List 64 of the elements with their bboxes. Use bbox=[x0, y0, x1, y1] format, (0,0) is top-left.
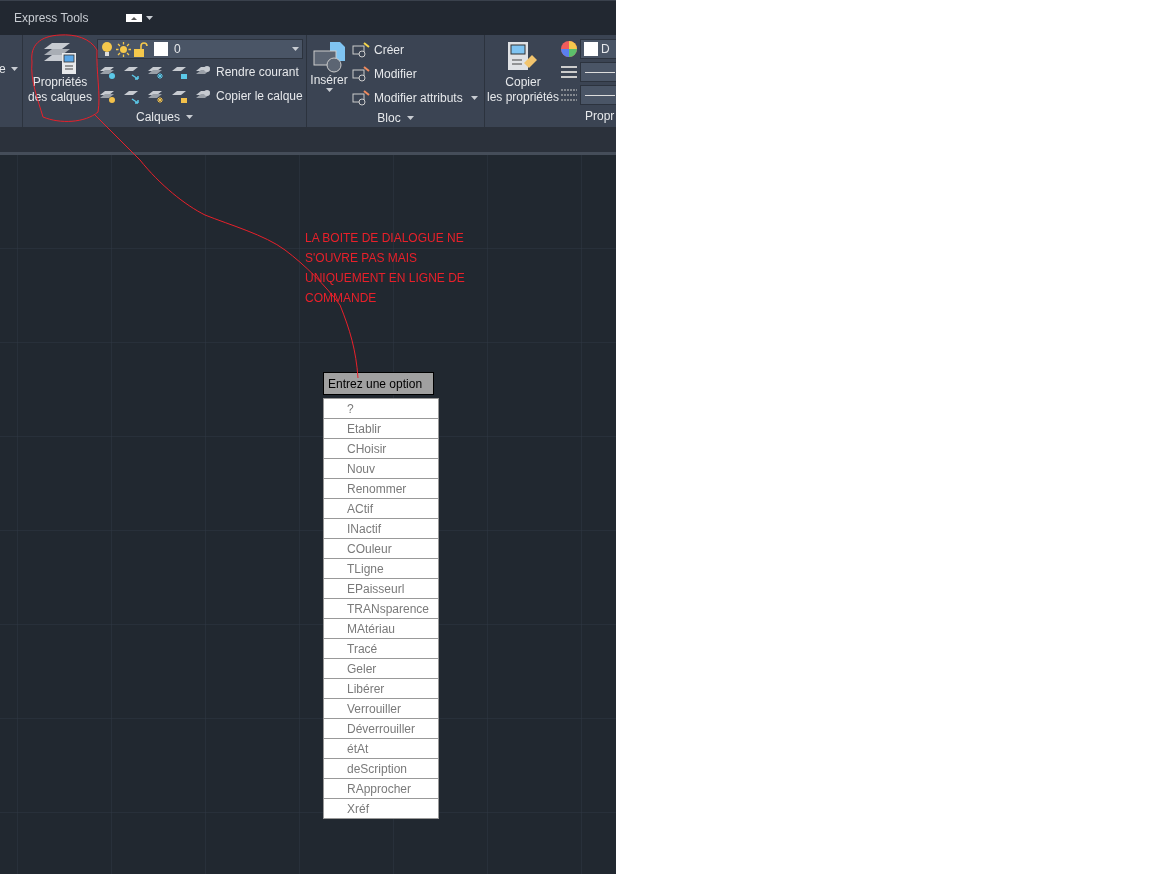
sun-icon bbox=[116, 41, 131, 57]
insert-block-button[interactable]: Insérer bbox=[308, 39, 350, 109]
block-command-button[interactable]: Modifier attributs bbox=[352, 87, 478, 109]
option-item[interactable]: deScription bbox=[323, 759, 439, 779]
lineweight-icon bbox=[561, 65, 578, 79]
color-swatch bbox=[584, 42, 599, 56]
insert-block-icon bbox=[312, 41, 346, 73]
block-tool-icon bbox=[352, 42, 370, 58]
caret-icon bbox=[470, 96, 478, 100]
option-item[interactable]: Tracé bbox=[323, 639, 439, 659]
caret-icon bbox=[146, 16, 154, 20]
option-item[interactable]: TRANsparence bbox=[323, 599, 439, 619]
ribbon-label: e bbox=[0, 61, 6, 78]
option-item[interactable]: ? bbox=[323, 399, 439, 419]
caret-icon bbox=[186, 115, 193, 119]
color-wheel-icon bbox=[561, 41, 578, 57]
option-item[interactable]: Libérer bbox=[323, 679, 439, 699]
option-item[interactable]: Nouv bbox=[323, 459, 439, 479]
option-item[interactable]: Etablir bbox=[323, 419, 439, 439]
panel-title-button[interactable]: Calques bbox=[23, 107, 306, 127]
annotation-text: LA BOITE DE DIALOGUE NE S'OUVRE PAS MAIS UNIQUEMENT EN LIGNE DE COMMANDE bbox=[305, 230, 465, 307]
option-item[interactable]: Renommer bbox=[323, 479, 439, 499]
layer-properties-button[interactable]: Propriétés des calques bbox=[24, 39, 96, 107]
caret-icon bbox=[10, 67, 18, 71]
line-dropdown[interactable] bbox=[580, 85, 616, 105]
ribbon-tab[interactable]: Express Tools bbox=[14, 9, 89, 27]
match-properties-button[interactable]: Copier les propriétés bbox=[487, 39, 560, 105]
block-command-button[interactable]: Créer bbox=[352, 39, 478, 61]
option-item[interactable]: Déverrouiller bbox=[323, 719, 439, 739]
caret-icon bbox=[325, 88, 333, 92]
option-item[interactable]: TLigne bbox=[323, 559, 439, 579]
panel-toggle-button[interactable] bbox=[126, 14, 154, 22]
prompt-title: Entrez une option bbox=[323, 372, 434, 395]
block-tool-icon bbox=[352, 90, 370, 106]
panel-title-button[interactable]: Bloc bbox=[307, 109, 484, 127]
layer-color-swatch bbox=[154, 42, 168, 56]
color-dropdown[interactable]: D bbox=[580, 39, 616, 59]
option-item[interactable]: CHoisir bbox=[323, 439, 439, 459]
panel-title: Propr bbox=[585, 108, 615, 125]
option-item[interactable]: RApprocher bbox=[323, 779, 439, 799]
option-item[interactable]: INactif bbox=[323, 519, 439, 539]
color-name: D bbox=[601, 41, 610, 58]
option-item[interactable]: MAtériau bbox=[323, 619, 439, 639]
layer-name: 0 bbox=[174, 41, 182, 58]
layer-command-button[interactable]: Copier le calque bbox=[195, 87, 303, 105]
option-item[interactable]: COuleur bbox=[323, 539, 439, 559]
block-command-button[interactable]: Modifier bbox=[352, 63, 478, 85]
caret-icon bbox=[406, 116, 414, 120]
layer-command-button[interactable]: Rendre courant bbox=[195, 63, 299, 81]
drawing-canvas[interactable] bbox=[0, 155, 616, 874]
block-tool-icon bbox=[352, 66, 370, 82]
option-item[interactable]: étAt bbox=[323, 739, 439, 759]
option-item[interactable]: ACtif bbox=[323, 499, 439, 519]
option-item[interactable]: Xréf bbox=[323, 799, 439, 819]
option-item[interactable]: Verrouiller bbox=[323, 699, 439, 719]
unlocked-padlock-icon bbox=[134, 41, 148, 57]
linetype-icon bbox=[561, 88, 578, 102]
caret-icon bbox=[292, 47, 299, 51]
layers-properties-icon bbox=[42, 41, 78, 75]
lightbulb-icon bbox=[101, 41, 113, 57]
option-item[interactable]: EPaisseurl bbox=[323, 579, 439, 599]
line-dropdown[interactable] bbox=[580, 62, 616, 82]
layer-dropdown[interactable]: 0 bbox=[97, 39, 303, 59]
option-item[interactable]: Geler bbox=[323, 659, 439, 679]
